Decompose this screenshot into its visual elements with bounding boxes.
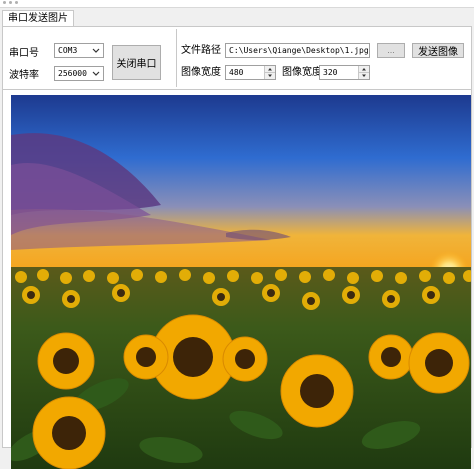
tab-send-image[interactable]: 串口发送图片 xyxy=(2,10,74,26)
chevron-down-icon xyxy=(92,48,100,53)
spin-down-icon[interactable] xyxy=(265,73,275,79)
baud-rate-value: 256000 xyxy=(58,69,87,78)
image-height-value: 320 xyxy=(323,68,338,77)
chevron-down-icon xyxy=(92,71,100,76)
browse-button[interactable]: ... xyxy=(377,43,405,58)
file-path-label: 文件路径 xyxy=(181,45,221,56)
image-width-value: 480 xyxy=(229,68,244,77)
spin-up-icon[interactable] xyxy=(265,66,275,73)
image-width-stepper[interactable]: 480 xyxy=(225,65,276,80)
baud-rate-select[interactable]: 256000 xyxy=(54,66,104,81)
spin-up-icon[interactable] xyxy=(359,66,369,73)
divider xyxy=(3,89,471,90)
tab-panel: 串口号 COM3 波特率 256000 关闭串口 文件路径 C:\Users\Q… xyxy=(2,26,472,469)
image-height-label: 图像宽度 xyxy=(282,67,322,78)
divider xyxy=(176,29,177,87)
baud-rate-label: 波特率 xyxy=(9,70,39,81)
sunflower-field-image xyxy=(11,95,471,469)
serial-port-value: COM3 xyxy=(58,46,78,55)
image-width-label: 图像宽度 xyxy=(181,67,221,78)
file-path-field[interactable]: C:\Users\Qiange\Desktop\1.jpg xyxy=(225,43,370,58)
window-controls[interactable] xyxy=(3,1,18,6)
window-title-bar xyxy=(0,0,474,8)
serial-port-select[interactable]: COM3 xyxy=(54,43,104,58)
spin-down-icon[interactable] xyxy=(359,73,369,79)
close-port-button[interactable]: 关闭串口 xyxy=(112,45,161,80)
send-image-button[interactable]: 发送图像 xyxy=(412,43,464,58)
serial-port-label: 串口号 xyxy=(9,48,39,59)
image-height-stepper[interactable]: 320 xyxy=(319,65,370,80)
